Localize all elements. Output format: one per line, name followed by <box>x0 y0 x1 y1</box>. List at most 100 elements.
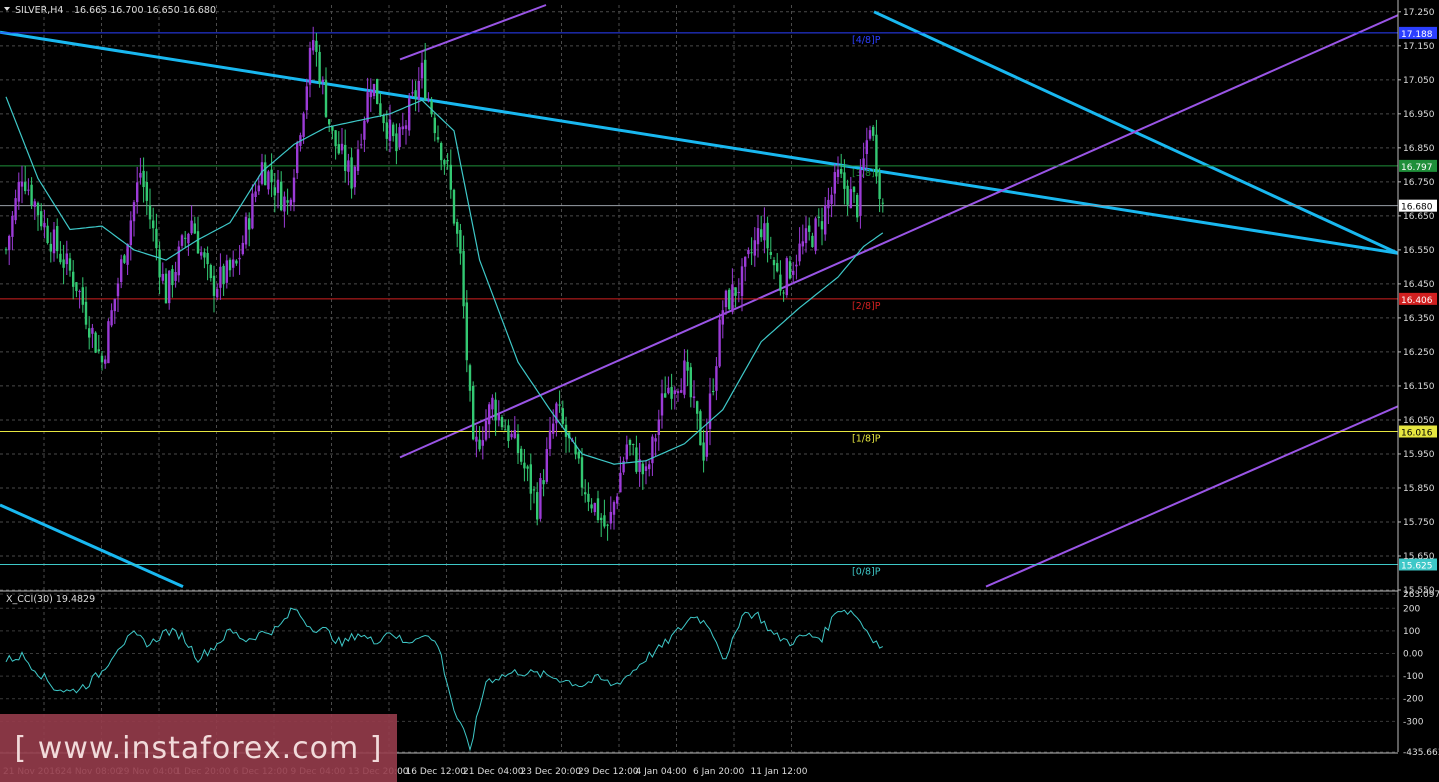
candle-body <box>440 143 443 161</box>
candle-body <box>321 79 324 82</box>
candle-body <box>24 182 27 192</box>
watermark-text: [ www.instaforex.com ] <box>14 730 383 766</box>
trend-channels <box>0 4 1399 588</box>
candle-body <box>360 144 363 146</box>
candle-body <box>353 166 356 188</box>
candle-body <box>692 396 696 399</box>
cci-tick-label: 200 <box>1403 604 1420 614</box>
candle-body <box>219 266 222 288</box>
cci-tick-label: -100 <box>1403 672 1424 682</box>
candle-body <box>795 264 798 267</box>
candle-body <box>158 249 161 278</box>
candle-body <box>872 126 875 136</box>
price-chart[interactable]: [4/8]P 17.188[3/8]P 16.797[2/8]P 16.406[1/8… <box>0 0 1439 782</box>
candle-body <box>504 429 507 431</box>
candle-body <box>424 59 427 100</box>
candle-body <box>68 258 72 271</box>
x-tick-label: 6 Jan 20:00 <box>693 767 745 777</box>
candle-body <box>673 390 676 395</box>
candle-body <box>420 62 424 79</box>
candle-body <box>443 160 446 165</box>
candle-body <box>468 365 472 391</box>
candle-body <box>408 98 411 131</box>
candle-body <box>843 172 846 189</box>
candle-body <box>344 144 347 171</box>
candle-body <box>817 216 820 218</box>
trend-channel-line <box>985 405 1399 588</box>
candle-body <box>123 255 126 263</box>
candle-body <box>651 436 654 464</box>
candle-body <box>779 274 782 291</box>
candle-body <box>814 218 817 251</box>
y-tick-label: 16.550 <box>1403 246 1435 256</box>
y-tick-label: 16.950 <box>1403 110 1435 120</box>
candle-body <box>129 220 132 246</box>
candle-body <box>664 393 667 398</box>
y-tick-label: 16.850 <box>1403 144 1435 154</box>
candle-body <box>116 283 120 297</box>
candle-body <box>366 92 369 122</box>
candle-body <box>715 366 718 391</box>
candle-body <box>283 196 286 212</box>
candle-body <box>430 101 433 115</box>
cci-tick-label: -200 <box>1403 695 1424 705</box>
candle-body <box>206 252 209 265</box>
candle-body <box>734 287 737 296</box>
candle-body <box>868 130 872 139</box>
candle-body <box>577 451 580 459</box>
candle-body <box>689 367 692 398</box>
level-price-text: 17.188 <box>1401 30 1433 40</box>
candle-body <box>459 229 462 254</box>
candle-body <box>852 186 856 193</box>
dropdown-arrow-icon[interactable] <box>4 7 10 11</box>
candle-body <box>785 258 788 296</box>
candle-body <box>756 228 760 245</box>
y-tick-label: 16.650 <box>1403 212 1435 222</box>
candle-body <box>100 355 104 363</box>
candle-body <box>174 271 177 281</box>
candle-body <box>81 287 84 305</box>
y-tick-label: 16.150 <box>1403 382 1435 392</box>
candle-body <box>862 158 865 169</box>
candle-body <box>296 142 299 174</box>
candle-body <box>398 127 401 148</box>
candle-body <box>155 228 158 249</box>
candle-body <box>740 266 744 297</box>
candle-body <box>446 159 449 162</box>
candle-body <box>772 259 776 266</box>
candle-body <box>52 229 56 254</box>
candle-body <box>209 265 212 279</box>
candle-body <box>545 449 548 482</box>
candle-body <box>580 457 584 488</box>
candle-body <box>632 443 635 445</box>
candle-body <box>686 361 689 371</box>
candle-body <box>184 237 187 239</box>
candle-body <box>49 243 52 252</box>
y-tick-label: 17.250 <box>1403 8 1435 18</box>
candle-body <box>798 243 801 262</box>
candle-body <box>657 419 660 435</box>
candle-body <box>788 261 792 279</box>
candle-body <box>136 182 139 203</box>
candle-body <box>113 298 116 312</box>
candle-body <box>139 172 142 178</box>
candle-body <box>491 397 494 410</box>
candle-body <box>193 223 196 234</box>
candle-body <box>667 387 670 394</box>
candle-body <box>462 250 465 307</box>
candle-body <box>484 420 488 440</box>
candle-body <box>88 328 91 338</box>
candle-body <box>110 310 113 326</box>
x-tick-label: 4 Jan 04:00 <box>636 767 688 777</box>
candle-body <box>14 198 17 221</box>
candle-body <box>465 302 468 361</box>
candle-body <box>846 185 849 205</box>
candle-body <box>363 120 366 140</box>
candle-body <box>17 182 20 202</box>
candle-body <box>270 169 273 183</box>
candle-body <box>628 439 632 446</box>
candle-body <box>680 390 683 393</box>
candle-body <box>478 439 481 450</box>
candle-body <box>808 225 811 232</box>
candle-body <box>30 184 33 206</box>
